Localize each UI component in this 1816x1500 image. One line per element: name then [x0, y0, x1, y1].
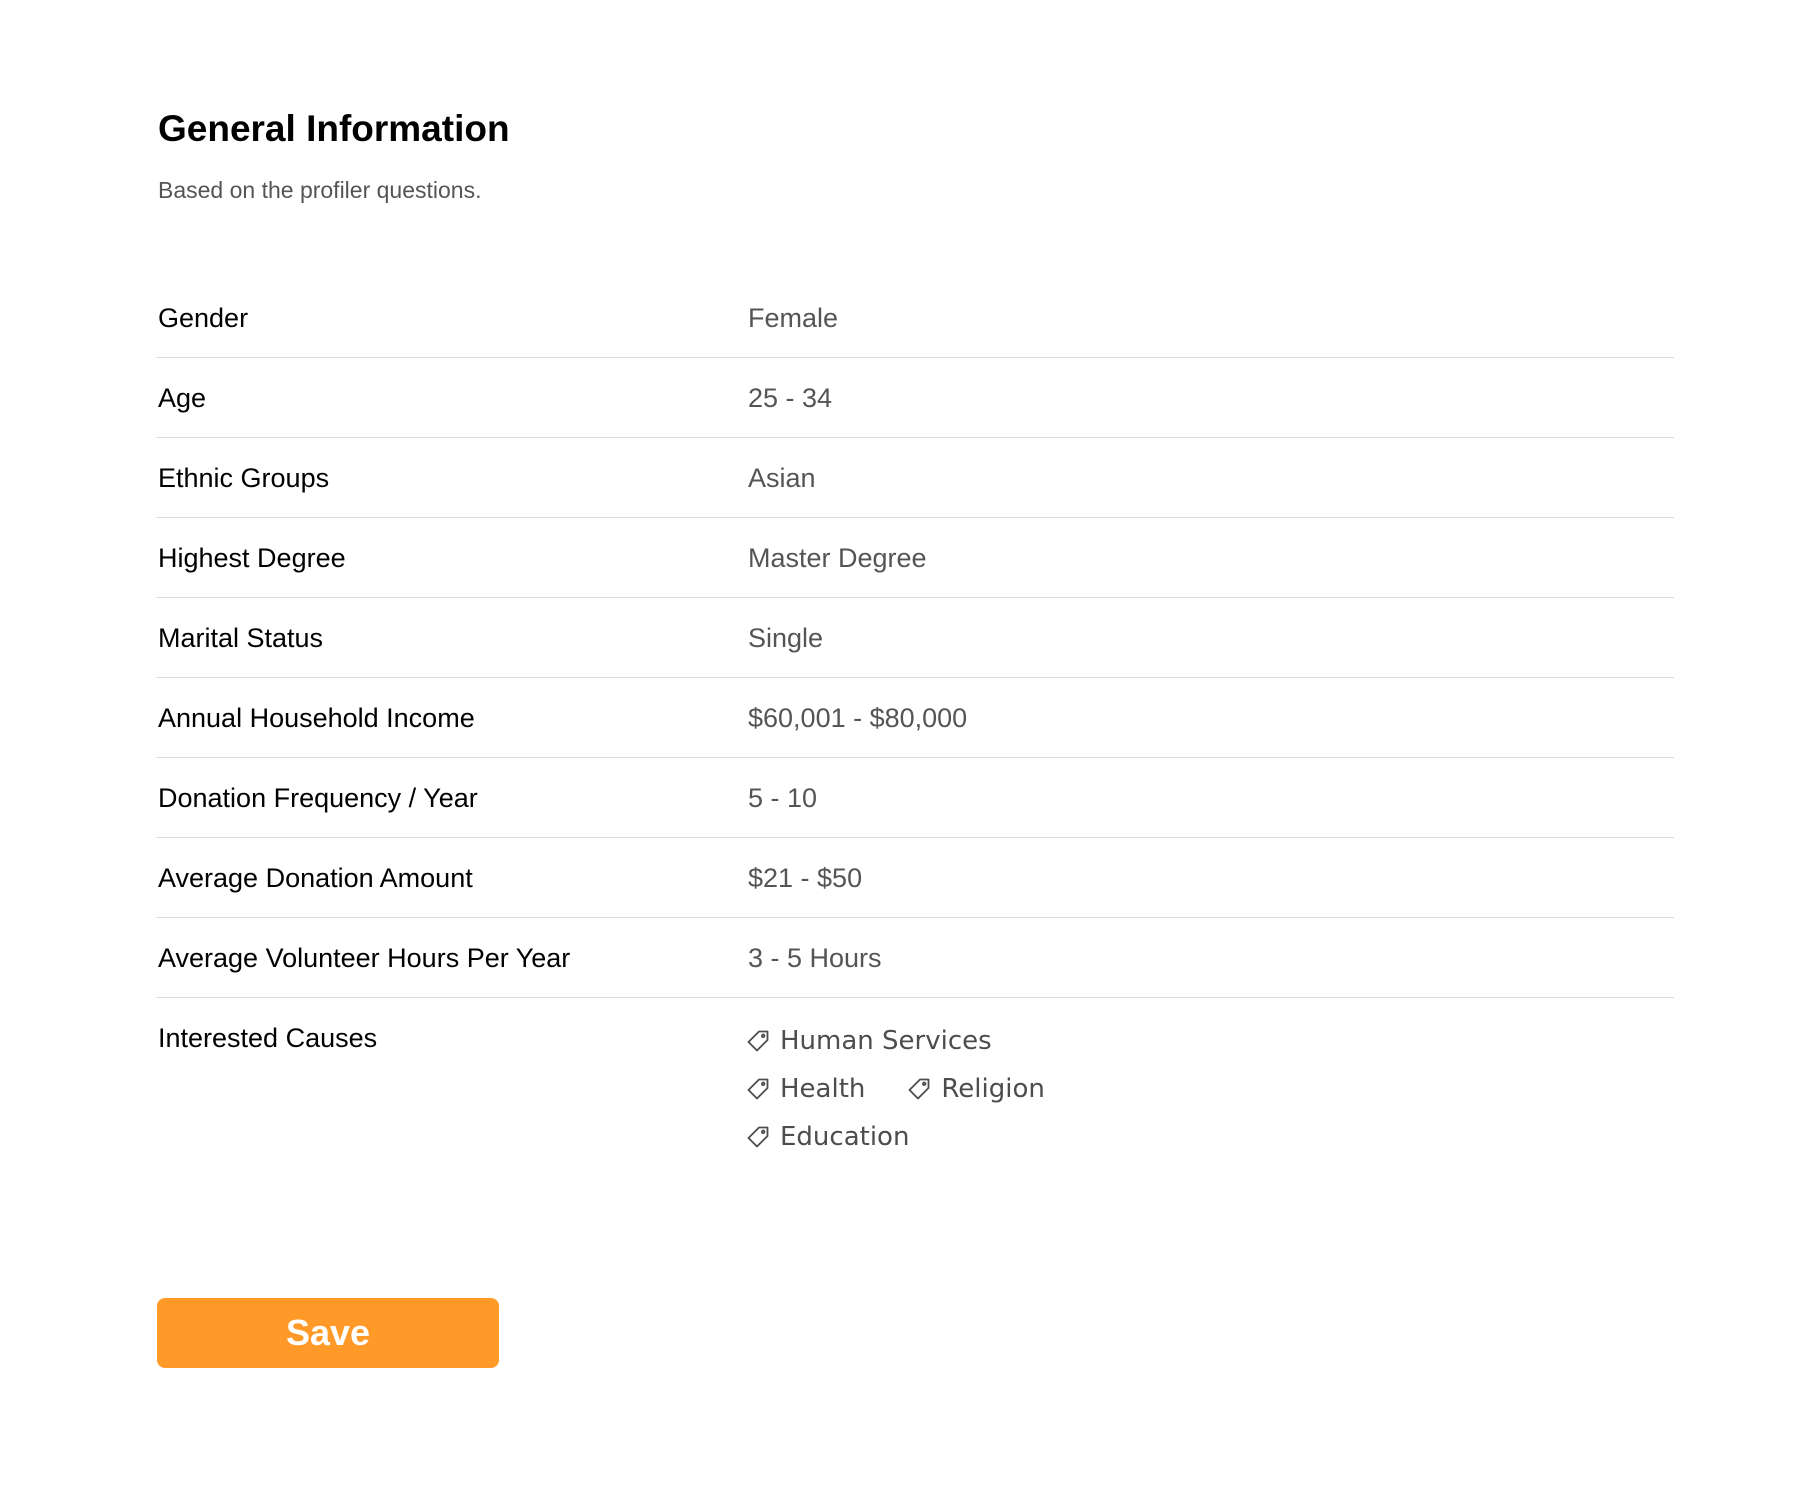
- row-value: $21 - $50: [748, 863, 863, 893]
- tag-label: Religion: [941, 1074, 1045, 1104]
- tag-icon: [908, 1078, 930, 1100]
- section-title: General Information: [158, 108, 510, 149]
- tag-icon: [747, 1078, 769, 1100]
- row-value: Master Degree: [748, 543, 927, 573]
- row-value: 5 - 10: [748, 783, 818, 813]
- info-row-highest-degree: Highest Degree Master Degree: [156, 518, 1674, 598]
- info-row-donation-frequency: Donation Frequency / Year 5 - 10: [156, 758, 1674, 838]
- section-subtitle: Based on the profiler questions.: [158, 177, 482, 203]
- info-row-ethnic-groups: Ethnic Groups Asian: [156, 438, 1674, 518]
- cause-tag: Religion: [907, 1072, 1045, 1106]
- row-label: Age: [158, 383, 207, 413]
- info-row-average-volunteer-hours: Average Volunteer Hours Per Year 3 - 5 H…: [156, 918, 1674, 998]
- row-value: Female: [748, 303, 839, 333]
- tag-label: Education: [780, 1122, 910, 1152]
- row-label: Average Donation Amount: [158, 863, 473, 893]
- row-value: Asian: [748, 463, 816, 493]
- tag-label: Human Services: [780, 1026, 992, 1056]
- row-label: Highest Degree: [158, 543, 346, 573]
- row-label: Donation Frequency / Year: [158, 783, 478, 813]
- info-row-marital-status: Marital Status Single: [156, 598, 1674, 678]
- info-row-annual-household-income: Annual Household Income $60,001 - $80,00…: [156, 678, 1674, 758]
- row-label: Gender: [158, 303, 249, 333]
- tag-label: Health: [780, 1074, 866, 1104]
- row-label: Average Volunteer Hours Per Year: [158, 943, 571, 973]
- row-label: Marital Status: [158, 623, 324, 653]
- save-button[interactable]: Save: [157, 1298, 499, 1368]
- row-label: Interested Causes: [158, 1023, 378, 1053]
- tag-icon: [747, 1126, 769, 1148]
- tag-icon: [747, 1030, 769, 1052]
- row-value: Single: [748, 623, 824, 653]
- cause-tag: Health: [746, 1072, 865, 1106]
- info-row-average-donation-amount: Average Donation Amount $21 - $50: [156, 838, 1674, 918]
- row-label: Annual Household Income: [158, 703, 475, 733]
- row-value: $60,001 - $80,000: [748, 703, 968, 733]
- info-table: Gender Female Age 25 - 34 Ethnic Groups …: [156, 278, 1674, 1152]
- info-row-gender: Gender Female: [156, 278, 1674, 358]
- info-row-interested-causes: Interested Causes Human Services Health: [156, 998, 1674, 1152]
- row-value: 3 - 5 Hours: [748, 943, 882, 973]
- cause-tags: Human Services Health Religion Education: [746, 1024, 1166, 1154]
- row-value: 25 - 34: [748, 383, 833, 413]
- info-row-age: Age 25 - 34: [156, 358, 1674, 438]
- row-label: Ethnic Groups: [158, 463, 330, 493]
- cause-tag: Human Services: [746, 1024, 992, 1058]
- cause-tag: Education: [746, 1120, 909, 1154]
